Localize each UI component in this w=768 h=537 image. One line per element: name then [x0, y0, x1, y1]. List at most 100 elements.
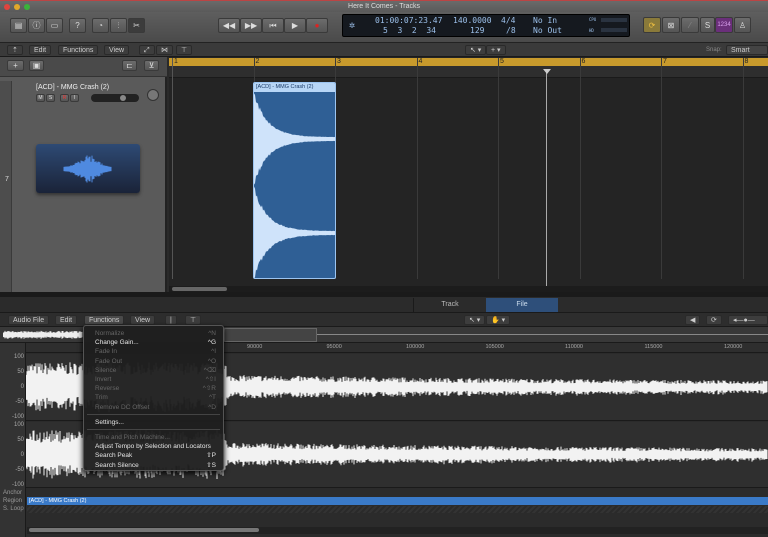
rewind-icon[interactable]: ◀◀	[218, 18, 240, 33]
track-number: 7	[5, 176, 9, 183]
bar-ruler[interactable]	[169, 66, 768, 78]
back-icon[interactable]: ⇡	[7, 45, 23, 55]
catch-icon[interactable]: ⤢	[139, 45, 155, 55]
editor-scrollbar[interactable]	[27, 527, 768, 534]
menu-item-invert: Invert ^⇧I	[95, 375, 216, 384]
bar-number: 5	[500, 58, 504, 65]
snap-select[interactable]: Smart	[726, 45, 768, 55]
amplitude-label: -100	[11, 414, 24, 420]
editor-zoom-slider[interactable]: ◂—●—	[728, 315, 768, 325]
bar-line	[416, 58, 418, 279]
cycle-icon[interactable]: ⟳	[643, 17, 661, 33]
flex-icon[interactable]: ⋈	[156, 45, 173, 55]
record-enable-button[interactable]: R	[60, 94, 69, 102]
count-in-icon[interactable]: 1234	[715, 17, 733, 33]
record-icon[interactable]: ●	[306, 18, 328, 33]
bar-number: 1	[174, 58, 178, 65]
bar-number: 4	[418, 58, 423, 65]
edit-menu[interactable]: Edit	[29, 45, 52, 55]
editor-pointer-tool[interactable]: ↖ ▾	[464, 315, 486, 325]
show-global-tracks-icon[interactable]: ⊏	[122, 60, 137, 71]
editor-filter-icon[interactable]: ⊤	[185, 315, 202, 325]
tuner-icon[interactable]: ⁄	[681, 17, 699, 33]
amplitude-label: 50	[17, 437, 24, 443]
replace-icon[interactable]: ⊠	[662, 17, 680, 33]
anchor-label: Anchor	[3, 490, 23, 496]
library-icon[interactable]: ▤	[10, 18, 27, 33]
sample-ruler-label: 115000	[644, 344, 663, 350]
fast-forward-icon[interactable]: ▶▶	[240, 18, 262, 33]
menu-item-label: Remove DC Offset	[95, 403, 150, 411]
mixer-icon[interactable]: ⫶	[110, 18, 127, 33]
solo-icon[interactable]: S	[700, 17, 715, 33]
lcd-signature: 4/4	[501, 16, 516, 25]
menu-item-time-and-pitch-machine: Time and Pitch Machine...	[95, 433, 216, 442]
playhead-handle[interactable]	[543, 69, 551, 74]
menu-item-settings[interactable]: Settings...	[95, 418, 216, 427]
tracks-toolbar: ⇡ Edit Functions View ⤢ ⋈ ⊤ ↖ ▾ + ▾ Snap…	[0, 43, 768, 57]
input-monitor-button[interactable]: I	[70, 94, 79, 102]
lcd-display[interactable]: ✲ 01:00:07:23.47 5 3 2 34 140.0000 129 4…	[342, 14, 630, 37]
lcd-division: /8	[506, 26, 516, 35]
editor-region-bar[interactable]: [ACD] - MMG Crash (2)	[27, 497, 768, 505]
playhead[interactable]	[546, 69, 547, 292]
menu-item-shortcut: ^D	[208, 403, 216, 411]
editor-view-menu[interactable]: View	[130, 315, 156, 325]
menu-item-fade-out: Fade Out ^O	[95, 357, 216, 366]
menu-item-search-silence[interactable]: Search Silence ⇧S	[95, 461, 216, 470]
marker-icon[interactable]: |	[165, 315, 177, 325]
track-header-panel: + ▣ ⊏ ⊻ 7 [ACD] - MMG Crash (2) M S R I	[0, 57, 167, 292]
functions-menu[interactable]: Functions	[58, 45, 99, 55]
bar-number: 6	[581, 58, 586, 65]
editor-hand-tool[interactable]: ✋ ▾	[486, 315, 511, 325]
lcd-time: 01:00:07:23.47	[375, 16, 443, 25]
menu-item-shortcut: ⇧S	[206, 461, 216, 469]
editors-icon[interactable]: ✂	[128, 18, 145, 33]
menu-item-shortcut: ^T	[208, 394, 216, 402]
add-track-icon[interactable]: +	[7, 60, 24, 71]
pointer-tool[interactable]: ↖ ▾	[465, 45, 487, 55]
menu-item-search-peak[interactable]: Search Peak ⇧P	[95, 451, 216, 460]
menu-item-fade-in: Fade In ^I	[95, 347, 216, 356]
bar-line	[661, 58, 662, 279]
lcd-settings-icon[interactable]: ✲	[349, 20, 355, 31]
editor-cycle-icon[interactable]: ⟳	[706, 315, 722, 325]
editor-functions-menu[interactable]: Functions	[84, 315, 125, 325]
go-to-start-icon[interactable]: ⏮	[262, 18, 284, 33]
toolbar-icon[interactable]: ▭	[46, 18, 63, 33]
tab-track[interactable]: Track	[413, 298, 486, 312]
smart-controls-icon[interactable]: ◔	[92, 18, 109, 33]
menu-item-adjust-tempo-by-selection-and-locators[interactable]: Adjust Tempo by Selection and Locators	[95, 442, 216, 451]
menu-item-shortcut: ^O	[207, 357, 216, 365]
speaker-icon[interactable]: ◀	[685, 315, 701, 325]
audio-file-menu[interactable]: Audio File	[8, 315, 50, 325]
sample-ruler-label: 105000	[485, 344, 504, 350]
metronome-icon[interactable]: ♙	[734, 17, 751, 33]
bar-line	[498, 58, 499, 279]
editor-edit-menu[interactable]: Edit	[55, 315, 78, 325]
secondary-tool[interactable]: + ▾	[486, 45, 506, 55]
menu-item-shortcut: ⇧P	[206, 452, 216, 460]
volume-slider[interactable]	[91, 94, 139, 102]
amplitude-label: 0	[20, 384, 24, 390]
menu-item-shortcut: ^⇧R	[202, 385, 216, 393]
mute-button[interactable]: M	[36, 94, 45, 102]
audio-region[interactable]: [ACD] - MMG Crash (2)	[253, 82, 336, 279]
menu-item-label: Fade In	[95, 348, 118, 356]
menu-item-label: Time and Pitch Machine...	[95, 434, 170, 441]
hide-icon[interactable]: ⊻	[144, 60, 159, 71]
filter-icon[interactable]: ⊤	[176, 45, 193, 55]
menu-item-change-gain[interactable]: Change Gain... ^G	[95, 338, 216, 347]
track-folder-icon[interactable]: ▣	[29, 60, 44, 71]
info-icon[interactable]: ⓘ	[28, 18, 45, 33]
help-icon[interactable]: ?	[69, 18, 86, 33]
snap-label: Snap:	[706, 47, 722, 53]
play-icon[interactable]: ▶	[284, 18, 306, 33]
tab-file[interactable]: File	[486, 298, 558, 312]
track-name[interactable]: [ACD] - MMG Crash (2)	[36, 84, 109, 91]
view-menu[interactable]: View	[104, 45, 130, 55]
solo-button[interactable]: S	[46, 94, 55, 102]
pan-knob[interactable]	[147, 89, 159, 101]
menu-item-normalize: Normalize ^N	[95, 329, 216, 338]
waveform	[3, 330, 83, 339]
